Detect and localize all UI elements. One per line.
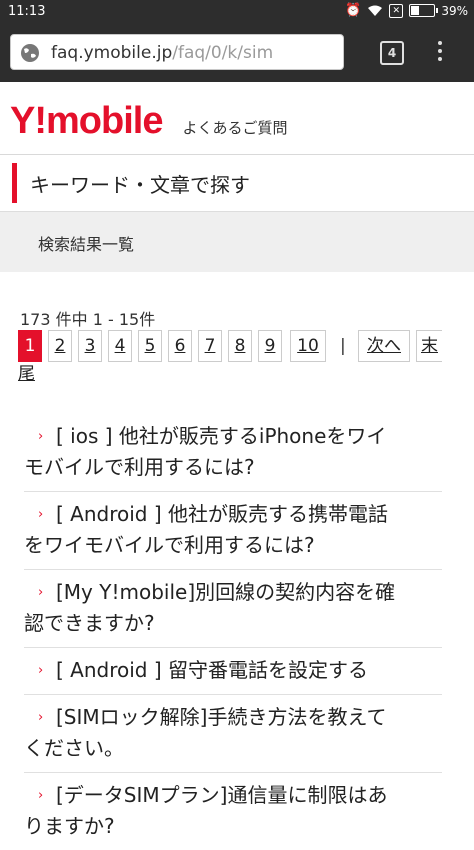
- battery-fill: [411, 6, 420, 15]
- faq-subtitle: よくあるご質問: [182, 119, 288, 137]
- no-sim-icon: ✕: [389, 3, 404, 18]
- site-header: Y!mobile よくあるご質問: [0, 82, 474, 155]
- faq-item[interactable]: › [ ios ] 他社が販売するiPhoneをワイ モバイルで利用するには?: [24, 414, 442, 492]
- battery-icon: [409, 4, 439, 17]
- status-time: 11:13: [8, 4, 46, 19]
- faq-item-text-line1[interactable]: [データSIMプラン]通信量に制限はあ: [56, 783, 387, 807]
- tab-switcher-button[interactable]: 4: [380, 41, 404, 65]
- page-link-6[interactable]: 6: [168, 330, 192, 362]
- status-icons: ⏰ ✕ 39%: [345, 3, 468, 18]
- results-heading-text: 検索結果一覧: [38, 235, 135, 254]
- faq-result-list: › [ ios ] 他社が販売するiPhoneをワイ モバイルで利用するには? …: [24, 414, 442, 850]
- faq-item-text-line2[interactable]: 認できますか?: [24, 608, 442, 639]
- chevron-right-icon: ›: [38, 429, 44, 444]
- keyword-title-text: キーワード・文章で探す: [30, 173, 250, 197]
- page-link-9[interactable]: 9: [258, 330, 282, 362]
- faq-item[interactable]: › [SIMロック解除]手続き方法を教えて ください。: [24, 695, 442, 773]
- chevron-right-icon: ›: [38, 507, 44, 522]
- page-link-7[interactable]: 7: [198, 330, 222, 362]
- overflow-menu-button[interactable]: [437, 41, 443, 65]
- title-accent-bar: [12, 163, 17, 203]
- chevron-right-icon: ›: [38, 585, 44, 600]
- results-count: 173 件中 1 - 15件: [20, 310, 156, 329]
- menu-dot: [438, 49, 442, 53]
- next-page-link[interactable]: 次へ: [358, 330, 410, 362]
- faq-item-text-line1[interactable]: [ Android ] 他社が販売する携帯電話: [56, 502, 388, 526]
- faq-item-text-line1[interactable]: [ ios ] 他社が販売するiPhoneをワイ: [56, 424, 386, 448]
- faq-item-text-line2[interactable]: モバイルで利用するには?: [24, 452, 442, 483]
- chevron-right-icon: ›: [38, 663, 44, 678]
- url-path: /faq/0/k/sim: [172, 43, 274, 63]
- faq-item-text-line2[interactable]: をワイモバイルで利用するには?: [24, 530, 442, 561]
- page-link-4[interactable]: 4: [108, 330, 132, 362]
- menu-dot: [438, 57, 442, 61]
- faq-item[interactable]: › [ Android ] 留守番電話を設定する: [24, 648, 442, 695]
- alarm-icon: ⏰: [345, 3, 362, 18]
- faq-item-text-line1[interactable]: [My Y!mobile]別回線の契約内容を確: [56, 580, 395, 604]
- page-link-1[interactable]: 1: [18, 330, 42, 362]
- last-page-label-part1: 末: [421, 336, 438, 356]
- browser-toolbar: faq.ymobile.jp/faq/0/k/sim 4: [0, 24, 474, 82]
- wifi-icon: [367, 5, 383, 17]
- faq-item[interactable]: › [データSIMプラン]通信量に制限はあ りますか?: [24, 773, 442, 850]
- page-link-10[interactable]: 10: [290, 330, 326, 362]
- keyword-search-title: キーワード・文章で探す: [0, 155, 474, 211]
- pagination-separator: |: [340, 336, 346, 356]
- page-link-3[interactable]: 3: [78, 330, 102, 362]
- faq-item-text-line1[interactable]: [SIMロック解除]手続き方法を教えて: [56, 705, 386, 729]
- chevron-right-icon: ›: [38, 710, 44, 725]
- url-host: faq.ymobile.jp: [51, 43, 173, 63]
- page-link-2[interactable]: 2: [48, 330, 72, 362]
- logo-text: Y!mobile: [10, 100, 163, 142]
- pagination: 1 2 3 4 5 6 7 8 9 10 | 次へ 末 尾: [18, 330, 442, 390]
- faq-item[interactable]: › [ Android ] 他社が販売する携帯電話 をワイモバイルで利用するには…: [24, 492, 442, 570]
- page-link-5[interactable]: 5: [138, 330, 162, 362]
- battery-percent: 39%: [441, 3, 468, 18]
- faq-item[interactable]: › [My Y!mobile]別回線の契約内容を確 認できますか?: [24, 570, 442, 648]
- faq-item-text-line2[interactable]: ください。: [24, 733, 442, 764]
- ymobile-logo[interactable]: Y!mobile よくあるご質問: [10, 100, 287, 143]
- url-text[interactable]: faq.ymobile.jp/faq/0/k/sim: [51, 43, 273, 63]
- faq-item-text-line2[interactable]: りますか?: [24, 811, 442, 842]
- faq-item-text-line1[interactable]: [ Android ] 留守番電話を設定する: [56, 658, 368, 682]
- url-bar[interactable]: faq.ymobile.jp/faq/0/k/sim: [10, 34, 344, 70]
- page-link-8[interactable]: 8: [228, 330, 252, 362]
- last-page-label-part2[interactable]: 尾: [18, 362, 35, 386]
- last-page-link[interactable]: 末: [416, 330, 442, 362]
- status-bar: 11:13 ⏰ ✕ 39%: [0, 0, 474, 24]
- menu-dot: [438, 41, 442, 45]
- chevron-right-icon: ›: [38, 788, 44, 803]
- results-heading: 検索結果一覧: [0, 211, 474, 272]
- globe-icon: [20, 43, 40, 67]
